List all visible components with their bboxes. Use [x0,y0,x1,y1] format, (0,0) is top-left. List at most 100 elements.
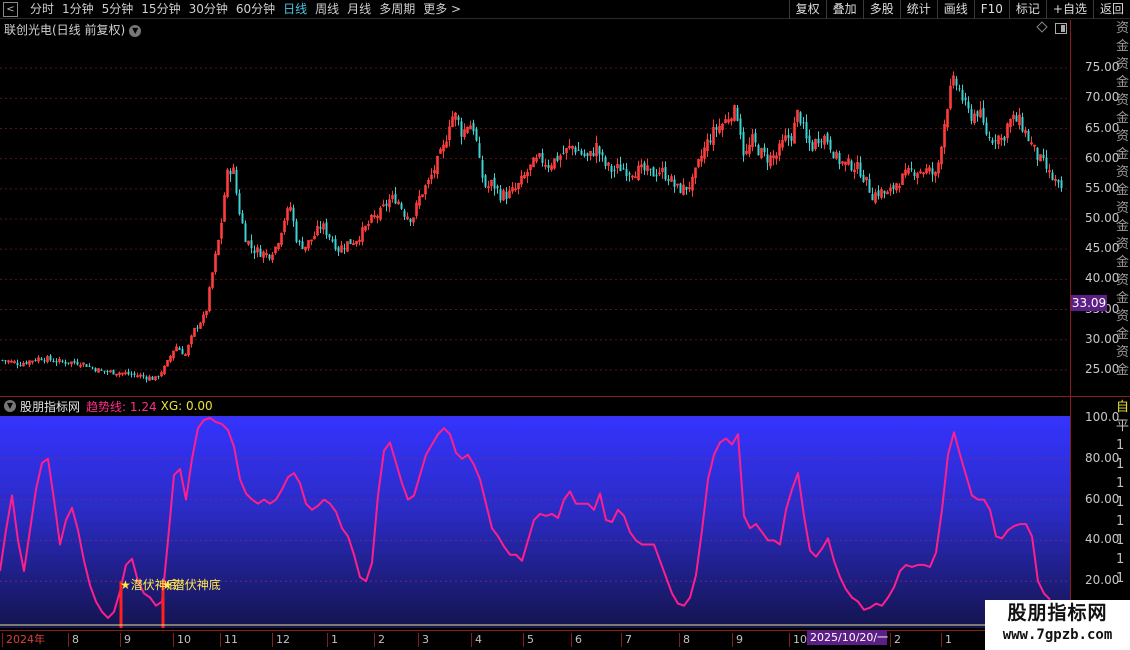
candle-body [877,190,880,197]
candle-body [577,149,580,151]
period-tab[interactable]: 日线 [279,1,311,18]
candle-body [667,179,670,182]
watermark: 股朋指标网 www.7gpzb.com [985,600,1130,650]
candle-body [820,141,823,143]
toolbar-button[interactable]: 统计 [899,0,937,19]
date-tick: 2024年 [2,633,45,647]
toolbar-button[interactable]: +自选 [1045,0,1093,19]
stock-title[interactable]: 联创光电(日线 前复权) ▼ [4,21,142,38]
candle-body [787,134,790,139]
side-strip-char: 金 [1116,183,1130,198]
candle-body [52,360,55,362]
candle-body [601,152,604,156]
candle-body [931,168,934,175]
candle-body [73,360,76,363]
window-toggle-icon[interactable] [1055,23,1067,34]
period-tab[interactable]: 5分钟 [98,1,138,18]
side-strip-char: 金 [1116,75,1130,90]
toolbar-button[interactable]: 多股 [862,0,900,19]
period-tab[interactable]: 60分钟 [232,1,279,18]
candle-body [586,153,589,157]
period-tab[interactable]: 1分钟 [58,1,98,18]
candle-body [64,362,67,364]
candle-body [403,210,406,217]
toolbar-button[interactable]: 复权 [788,0,826,19]
date-tick: 7 [621,633,632,647]
period-tab[interactable]: 15分钟 [137,1,184,18]
candle-body [838,153,841,165]
side-strip-char: 金 [1116,219,1130,234]
side-strip-char: 自 [1116,400,1130,415]
candle-body [301,241,304,249]
candle-body [754,132,757,143]
candle-body [49,355,52,361]
date-tick: 3 [418,633,429,647]
period-tab[interactable]: 分时 [26,1,58,18]
candle-body [955,78,958,86]
cursor-date-badge: 2025/10/20/一 [807,630,888,645]
toolbar-button[interactable]: 标记 [1008,0,1046,19]
candle-body [244,223,247,243]
candle-body [892,185,895,189]
candle-body [736,107,739,121]
candle-body [133,373,136,375]
side-strip-char: 1 [1116,476,1125,491]
pane-divider[interactable] [0,396,1130,397]
candle-body [685,186,688,190]
side-strip-char: 资 [1116,237,1130,252]
period-tab[interactable]: 周线 [311,1,343,18]
date-tick: 2 [890,633,901,647]
back-arrow-icon[interactable]: < [3,2,18,17]
top-toolbar: < 分时 1分钟 5分钟 15分钟 30分钟 60分钟 日线 周线 月线 多周期 更多 > 复权 叠加… [0,0,1130,19]
period-tab[interactable]: 更多 > [419,1,465,18]
candle-body [985,122,988,135]
candle-body [481,160,484,178]
indicator-chevron-icon[interactable]: ▼ [4,400,16,412]
candle-body [145,376,148,380]
candle-body [19,365,22,367]
chevron-down-icon[interactable]: ▼ [129,25,142,37]
period-tab[interactable]: 月线 [343,1,375,18]
toolbar-button[interactable]: 叠加 [825,0,863,19]
toolbar-button[interactable]: 画线 [936,0,974,19]
side-strip-char: 资 [1116,129,1130,144]
period-tab[interactable]: 30分钟 [185,1,232,18]
side-strip-char: 资 [1116,201,1130,216]
candle-body [598,146,601,155]
side-strip-char: 资 [1116,21,1130,36]
candle-body [958,88,961,90]
candle-body [337,247,340,252]
price-chart[interactable] [0,38,1070,394]
candle-body [1021,117,1024,132]
candle-body [715,127,718,130]
side-strip-char: 资 [1116,273,1130,288]
side-strip-char: 金 [1116,111,1130,126]
candle-body [1060,180,1063,189]
toolbar-button[interactable]: 返回 [1092,0,1130,19]
candle-body [994,140,997,142]
candle-body [766,154,769,163]
toolbar-button[interactable]: F10 [973,0,1009,19]
watermark-url: www.7gpzb.com [1002,627,1113,643]
side-strip-char: 金 [1116,39,1130,54]
period-tabs: 分时 1分钟 5分钟 15分钟 30分钟 60分钟 日线 周线 月线 多周期 更多 > [26,1,465,18]
indicator-chart[interactable] [0,416,1070,630]
price-axis-label: 65.00 [1085,120,1120,135]
diamond-icon[interactable] [1036,21,1048,33]
indicator-name[interactable]: 股朋指标网 [20,398,80,415]
period-tab[interactable]: 多周期 [375,1,419,18]
candle-body [493,177,496,189]
candle-body [400,203,403,209]
candle-body [130,373,133,375]
candle-body [1027,130,1030,142]
candle-body [832,151,835,159]
candle-body [574,147,577,153]
current-price-badge: 33.09 [1071,295,1107,311]
candle-body [871,194,874,201]
candle-body [673,179,676,187]
candle-body [556,155,559,161]
candle-body [178,347,181,350]
indicator-axis-label: 20.00 [1085,573,1120,588]
candle-body [982,107,985,123]
candle-body [55,361,58,363]
